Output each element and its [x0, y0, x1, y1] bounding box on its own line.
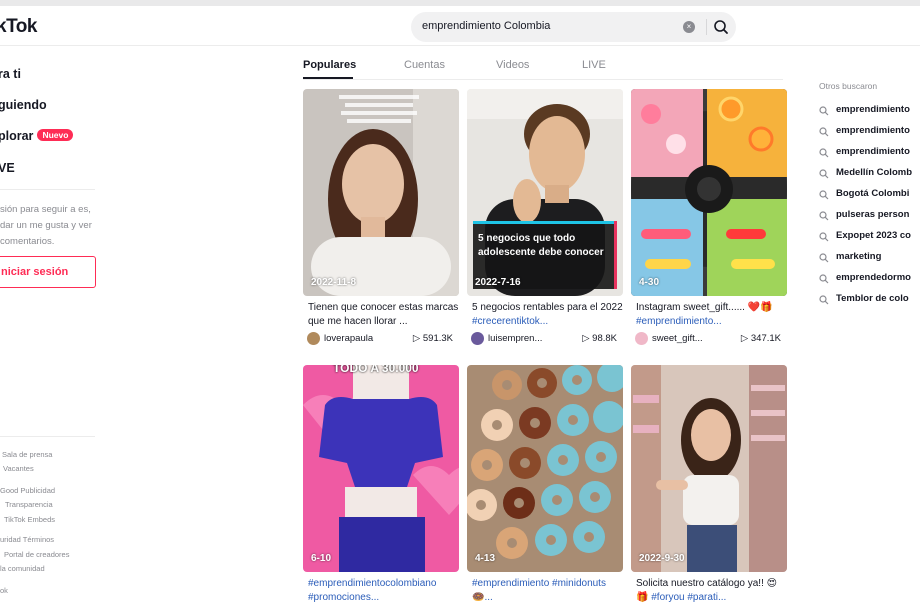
nav-live[interactable]: VE	[0, 161, 15, 175]
tab-popular[interactable]: Populares	[303, 59, 356, 71]
search-icon	[819, 274, 829, 284]
new-badge: Nuevo	[37, 129, 74, 141]
play-icon: ▷	[412, 333, 421, 344]
sidebar-divider	[0, 436, 95, 437]
footer-link[interactable]: TikTok Embeds	[4, 515, 55, 524]
video-thumbnail[interactable]: 2022-11-8	[303, 89, 459, 296]
nav-explore[interactable]: plorar Nuevo	[0, 129, 74, 143]
related-search-item[interactable]: emprendedormo	[819, 272, 920, 286]
search-icon	[819, 190, 829, 200]
view-count: ▷ 98.8K	[582, 333, 617, 344]
related-search-item[interactable]: marketing	[819, 251, 920, 265]
video-thumbnail-image	[467, 89, 623, 296]
sidebar-divider	[0, 189, 95, 190]
top-header: kTok emprendimiento Colombia ×	[0, 6, 920, 46]
play-icon: ▷	[740, 333, 749, 344]
footer-link[interactable]: Transparencia	[5, 500, 53, 509]
search-icon	[714, 20, 728, 34]
footer-link[interactable]: uridad Términos	[0, 535, 54, 544]
video-date: 6-10	[311, 553, 332, 564]
search-icon	[819, 106, 829, 116]
search-bar[interactable]: emprendimiento Colombia ×	[411, 12, 736, 42]
related-search-item[interactable]: emprendimiento	[819, 146, 920, 160]
search-icon	[819, 295, 829, 305]
video-thumbnail[interactable]: 2022-9-30	[631, 365, 787, 572]
video-description[interactable]: #emprendimientocolombiano #promociones..…	[308, 577, 460, 605]
video-date: 2022-11-8	[311, 277, 357, 288]
tab-accounts[interactable]: Cuentas	[404, 59, 445, 71]
related-search-item[interactable]: emprendimiento	[819, 104, 920, 118]
clear-search-icon[interactable]: ×	[683, 21, 695, 33]
login-prompt: sión para seguir a es, dar un me gusta y…	[0, 204, 92, 247]
footer-link[interactable]: Good Publicidad	[0, 486, 55, 495]
search-input[interactable]: emprendimiento Colombia	[422, 20, 550, 32]
view-count: ▷ 347.1K	[740, 333, 781, 344]
related-search-item[interactable]: Temblor de colo	[819, 293, 920, 307]
footer-link[interactable]: Portal de creadores	[4, 550, 69, 559]
login-button[interactable]: niciar sesión	[0, 256, 96, 288]
author-name[interactable]: sweet_gift...	[652, 333, 703, 344]
video-thumbnail[interactable]: 4-30	[631, 89, 787, 296]
nav-for-you[interactable]: ra ti	[0, 67, 21, 81]
tiktok-logo[interactable]: kTok	[0, 16, 37, 38]
video-description[interactable]: Tienen que conocer estas marcas que me h…	[308, 301, 460, 329]
video-date: 4-30	[639, 277, 660, 288]
related-search-item[interactable]: Bogotá Colombi	[819, 188, 920, 202]
avatar[interactable]	[471, 332, 484, 345]
search-icon	[819, 253, 829, 263]
author-name[interactable]: luisempren...	[488, 333, 542, 344]
left-sidebar: ra ti guiendo plorar Nuevo VE sión para s…	[0, 46, 110, 613]
related-search-item[interactable]: pulseras person	[819, 209, 920, 223]
video-meta: loverapaula ▷ 591.3K	[307, 332, 459, 346]
search-icon	[819, 232, 829, 242]
search-icon	[819, 169, 829, 179]
search-tabs: Populares Cuentas Videos LIVE	[303, 52, 783, 80]
tab-videos[interactable]: Videos	[496, 59, 529, 71]
video-thumbnail[interactable]: 4-13	[467, 365, 623, 572]
tab-live[interactable]: LIVE	[582, 59, 606, 71]
others-searched-title: Otros buscaron	[819, 81, 878, 91]
video-date: 2022-9-30	[639, 553, 685, 564]
video-description[interactable]: Instagram sweet_gift...... ❤️🎁 #emprendi…	[636, 301, 788, 329]
avatar[interactable]	[635, 332, 648, 345]
video-date: 4-13	[475, 553, 496, 564]
video-thumbnail-image	[467, 365, 623, 572]
video-thumbnail-image	[303, 365, 459, 572]
search-icon	[819, 127, 829, 137]
search-button[interactable]	[710, 16, 732, 38]
tabs-divider	[303, 79, 783, 80]
footer-copyright: ok	[0, 586, 8, 595]
avatar[interactable]	[307, 332, 320, 345]
video-meta: luisempren... ▷ 98.8K	[471, 332, 623, 346]
footer-link[interactable]: Vacantes	[3, 464, 34, 473]
video-meta: sweet_gift... ▷ 347.1K	[635, 332, 787, 346]
related-search-item[interactable]: Expopet 2023 co	[819, 230, 920, 244]
view-count: ▷ 591.3K	[412, 333, 453, 344]
video-thumbnail[interactable]: 2022-7-16	[467, 89, 623, 296]
play-icon: ▷	[582, 333, 590, 344]
related-search-item[interactable]: emprendimiento	[819, 125, 920, 139]
video-thumbnail[interactable]: TODO A 30.000 6-10	[303, 365, 459, 572]
video-overlay-text: TODO A 30.000	[333, 365, 419, 375]
video-thumbnail-image	[631, 365, 787, 572]
footer-link[interactable]: la comunidad	[0, 564, 45, 573]
video-overlay-text: 5 negocios que todo adolescente debe con…	[478, 233, 604, 258]
video-thumbnail-image	[631, 89, 787, 296]
search-icon	[819, 148, 829, 158]
video-description[interactable]: 5 negocios rentables para el 2022 #crece…	[472, 301, 624, 329]
author-name[interactable]: loverapaula	[324, 333, 373, 344]
video-date: 2022-7-16	[475, 277, 521, 288]
video-description[interactable]: Solicita nuestro catálogo ya!! 😍🎁 #foryo…	[636, 577, 788, 605]
footer-link[interactable]: Sala de prensa	[2, 450, 52, 459]
related-search-item[interactable]: Medellín Colomb	[819, 167, 920, 181]
search-divider	[706, 19, 707, 35]
video-thumbnail-image	[303, 89, 459, 296]
nav-following[interactable]: guiendo	[0, 98, 47, 112]
search-icon	[819, 211, 829, 221]
video-description[interactable]: #emprendimiento #minidonuts🍩...	[472, 577, 624, 605]
